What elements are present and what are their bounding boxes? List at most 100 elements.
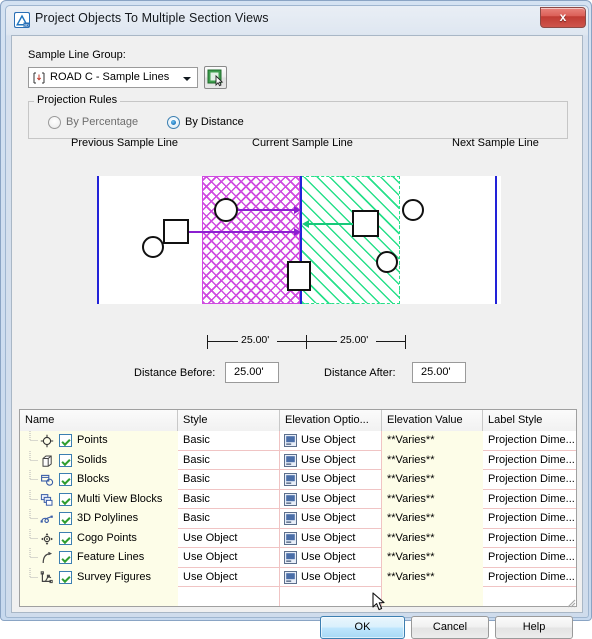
cell-style[interactable]: Basic [178, 489, 280, 509]
row-checkbox[interactable] [59, 492, 72, 506]
table-row-empty[interactable] [20, 587, 576, 606]
cell-elevation-option-label: Use Object [301, 512, 356, 524]
cell-label-style[interactable]: Projection Dime... [483, 450, 576, 470]
table-row[interactable]: Survey Figures Use Object Use Object **Vari… [20, 567, 576, 587]
cell-elevation-option[interactable]: Use Object [280, 450, 382, 470]
column-header-name[interactable]: Name [20, 410, 178, 431]
cell-label-style[interactable]: Projection Dime... [483, 567, 576, 587]
autocad-civil3d-icon: 3D [14, 12, 30, 28]
current-sample-line-label: Current Sample Line [252, 137, 353, 149]
dimension-tick [405, 335, 406, 349]
after-range-band [301, 176, 400, 304]
row-checkbox[interactable] [59, 512, 72, 525]
tree-connector [29, 528, 39, 549]
cell-style[interactable]: Use Object [178, 528, 280, 548]
cell-label-style[interactable]: Projection Dime... [483, 528, 576, 548]
object-circle [376, 251, 398, 273]
cell-elevation-option-label: Use Object [301, 551, 356, 563]
cell-style[interactable]: Basic [178, 450, 280, 470]
object-table: Name Style Elevation Optio... Elevation … [19, 409, 577, 607]
cell-elevation-option[interactable]: Use Object [280, 509, 382, 529]
cell-style[interactable]: Basic [178, 509, 280, 529]
resize-grip[interactable] [564, 596, 576, 608]
distance-before-input[interactable]: 25.00' [225, 362, 279, 383]
row-name-label: Solids [77, 453, 107, 466]
tree-connector [29, 431, 39, 451]
cell-elevation-option[interactable]: Use Object [280, 489, 382, 509]
radio-by-percentage[interactable] [48, 116, 61, 129]
cell-style[interactable]: Basic [178, 431, 280, 451]
table-row[interactable]: 3D Polylines Basic Use Object **Varies** Pro… [20, 509, 576, 529]
cell-elevation-option-label: Use Object [301, 531, 356, 544]
cell-elevation-value: **Varies** [387, 453, 435, 466]
cell-style[interactable]: Basic [178, 470, 280, 490]
column-header-elevation-option[interactable]: Elevation Optio... [280, 410, 382, 431]
cell-elevation-option[interactable]: Use Object [280, 567, 382, 587]
close-icon: x [559, 10, 567, 24]
row-name-label: Feature Lines [77, 551, 145, 563]
column-header-elevation-value[interactable]: Elevation Value [382, 410, 483, 431]
object-square [352, 210, 379, 237]
use-object-icon [284, 453, 297, 467]
use-object-icon [284, 434, 297, 447]
cell-empty[interactable] [178, 587, 280, 606]
pick-in-drawing-button[interactable] [204, 66, 227, 89]
use-object-icon [284, 551, 297, 564]
cell-elevation-value: **Varies** [387, 551, 435, 563]
cell-elevation-option[interactable]: Use Object [280, 431, 382, 451]
column-header-label-style[interactable]: Label Style [483, 410, 576, 431]
cell-elevation-value: **Varies** [387, 473, 435, 485]
table-row[interactable]: Solids Basic Use Object **Varies** Projectio… [20, 450, 576, 470]
cell-name: Multi View Blocks [20, 489, 178, 510]
table-row[interactable]: Points Basic Use Object **Varies** Projectio… [20, 431, 576, 451]
cell-label-style[interactable]: Projection Dime... [483, 431, 576, 451]
cell-label-style[interactable]: Projection Dime... [483, 548, 576, 568]
cell-label-style[interactable]: Projection Dime... [483, 470, 576, 490]
table-row[interactable]: Feature Lines Use Object Use Object **Varie… [20, 548, 576, 568]
row-checkbox[interactable] [59, 531, 72, 545]
table-row[interactable]: Multi View Blocks Basic Use Object **Varies… [20, 489, 576, 510]
projection-arrow-line [189, 231, 296, 233]
cell-style[interactable]: Use Object [178, 548, 280, 568]
cell-elevation-option[interactable]: Use Object [280, 548, 382, 568]
distance-after-input[interactable]: 25.00' [412, 362, 466, 383]
dimension-before-text: 25.00' [241, 334, 270, 346]
cell-label-style[interactable]: Projection Dime... [483, 509, 576, 529]
cell-elevation-option[interactable]: Use Object [280, 528, 382, 548]
table-row[interactable]: Cogo Points Use Object Use Object **Varies*… [20, 528, 576, 549]
dialog-client-area: Sample Line Group: ROAD C - Sample Lines [11, 35, 583, 639]
row-name-label: Survey Figures [77, 570, 151, 583]
row-checkbox[interactable] [59, 453, 72, 467]
table-row[interactable]: Blocks Basic Use Object **Varies** Projectio… [20, 470, 576, 490]
title-bar[interactable]: 3D Project Objects To Multiple Section V… [6, 6, 588, 34]
table-body: Points Basic Use Object **Varies** Projectio… [20, 431, 576, 606]
close-button[interactable]: x [540, 7, 586, 28]
ok-button[interactable]: OK [320, 616, 405, 639]
sample-line-group-icon [32, 71, 46, 85]
cell-name: Feature Lines [20, 548, 178, 568]
radio-by-distance[interactable] [167, 116, 180, 129]
help-button[interactable]: Help [495, 616, 573, 639]
sample-line-group-combo[interactable]: ROAD C - Sample Lines [28, 67, 198, 88]
cancel-button[interactable]: Cancel [411, 616, 489, 639]
cell-elevation-value: **Varies** [387, 434, 435, 446]
tree-connector [29, 509, 39, 529]
window-title: Project Objects To Multiple Section View… [35, 11, 269, 25]
use-object-icon [284, 531, 297, 545]
row-checkbox[interactable] [59, 570, 72, 584]
row-checkbox[interactable] [59, 551, 72, 564]
cell-empty[interactable] [483, 587, 576, 606]
row-checkbox[interactable] [59, 473, 72, 486]
cell-elevation-option[interactable]: Use Object [280, 470, 382, 490]
blocks-icon [40, 473, 54, 487]
cell-elevation-option-label: Use Object [301, 473, 356, 485]
row-name-label: 3D Polylines [77, 512, 139, 524]
column-header-style[interactable]: Style [178, 410, 280, 431]
cogo-points-icon [40, 532, 54, 546]
projection-arrow-head [302, 220, 309, 228]
cell-style[interactable]: Use Object [178, 567, 280, 587]
cell-label-style[interactable]: Projection Dime... [483, 489, 576, 509]
cell-elevation-value: **Varies** [387, 570, 435, 583]
cell-empty[interactable] [280, 587, 382, 606]
row-checkbox[interactable] [59, 434, 72, 447]
